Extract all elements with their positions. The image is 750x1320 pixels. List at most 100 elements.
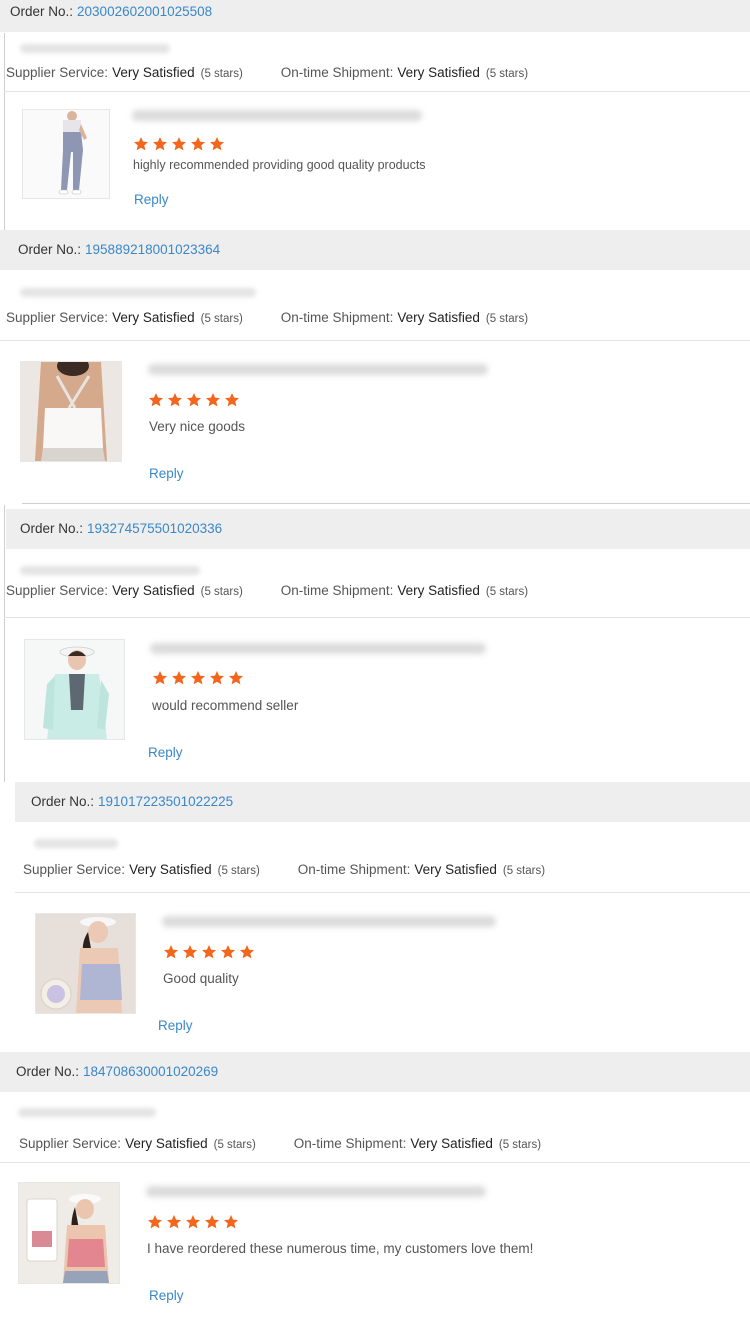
- divider: [0, 1162, 750, 1163]
- order-label: Order No.:: [31, 794, 95, 809]
- supplier-service-label: Supplier Service:: [23, 862, 126, 877]
- buyer-name: [20, 566, 200, 575]
- supplier-service-stars: (5 stars): [200, 586, 243, 598]
- star-rating: [148, 392, 240, 408]
- service-ratings: Supplier Service: Very Satisfied (5 stars)…: [19, 1136, 541, 1151]
- review-comment: Good quality: [163, 971, 239, 986]
- star-icon: [167, 392, 183, 408]
- reply-link[interactable]: Reply: [149, 1288, 184, 1303]
- star-icon: [182, 944, 198, 960]
- reply-link[interactable]: Reply: [149, 466, 184, 481]
- service-ratings: Supplier Service: Very Satisfied (5 stars)…: [6, 310, 528, 325]
- service-ratings: Supplier Service: Very Satisfied (5 stars)…: [23, 862, 545, 877]
- ontime-shipment-stars: (5 stars): [485, 313, 529, 325]
- star-icon: [190, 136, 206, 152]
- star-icon: [205, 392, 221, 408]
- star-icon: [171, 136, 187, 152]
- buyer-name: [20, 288, 256, 297]
- ontime-shipment-label: On-time Shipment:: [280, 583, 394, 598]
- supplier-service-value: Very Satisfied: [125, 1136, 208, 1151]
- star-icon: [209, 670, 225, 686]
- star-icon: [228, 670, 244, 686]
- star-icon: [223, 1214, 239, 1230]
- ontime-shipment-value: Very Satisfied: [397, 65, 480, 80]
- star-icon: [171, 670, 187, 686]
- product-image[interactable]: [22, 109, 110, 199]
- white-sports-bra-photo: [21, 362, 121, 461]
- star-icon: [148, 392, 164, 408]
- product-image[interactable]: [20, 361, 122, 462]
- review-card: Order No.: 193274575501020336 Supplier Se…: [0, 509, 750, 781]
- star-icon: [152, 136, 168, 152]
- star-icon: [133, 136, 149, 152]
- product-image[interactable]: [35, 913, 136, 1014]
- star-icon: [147, 1214, 163, 1230]
- lavender-bra-photo: [36, 914, 135, 1013]
- star-icon: [185, 1214, 201, 1230]
- ontime-shipment-value: Very Satisfied: [414, 862, 497, 877]
- order-bar: Order No.: 184708630001020269: [0, 1052, 750, 1092]
- reply-link[interactable]: Reply: [148, 745, 183, 760]
- order-number[interactable]: 191017223501022225: [98, 794, 233, 809]
- order-bar: Order No.: 193274575501020336: [6, 509, 750, 549]
- review-card: Order No.: 203002602001025508 Supplier Se…: [0, 0, 750, 232]
- service-ratings: Supplier Service: Very Satisfied (5 stars)…: [6, 65, 528, 80]
- order-label: Order No.:: [10, 4, 74, 19]
- ontime-shipment-value: Very Satisfied: [410, 1136, 493, 1151]
- divider: [4, 91, 750, 92]
- product-image[interactable]: [24, 639, 125, 740]
- star-icon: [204, 1214, 220, 1230]
- star-icon: [186, 392, 202, 408]
- supplier-service-stars: (5 stars): [213, 1139, 256, 1151]
- review-comment: I have reordered these numerous time, my…: [147, 1241, 534, 1256]
- review-comment: highly recommended providing good qualit…: [133, 158, 426, 172]
- supplier-service-value: Very Satisfied: [112, 65, 195, 80]
- divider: [4, 617, 750, 618]
- review-card: Order No.: 191017223501022225 Supplier Se…: [0, 782, 750, 1052]
- star-rating: [152, 670, 244, 686]
- buyer-name: [34, 839, 118, 848]
- star-icon: [190, 670, 206, 686]
- order-number[interactable]: 184708630001020269: [83, 1064, 218, 1079]
- ontime-shipment-label: On-time Shipment:: [280, 65, 394, 80]
- divider: [15, 892, 750, 893]
- ontime-shipment-value: Very Satisfied: [397, 583, 480, 598]
- ontime-shipment-value: Very Satisfied: [397, 310, 480, 325]
- order-label: Order No.:: [18, 242, 82, 257]
- star-icon: [166, 1214, 182, 1230]
- reply-link[interactable]: Reply: [134, 192, 169, 207]
- ontime-shipment-stars: (5 stars): [485, 68, 529, 80]
- ontime-shipment-stars: (5 stars): [485, 586, 529, 598]
- product-image[interactable]: [18, 1182, 120, 1284]
- buyer-name: [18, 1108, 156, 1117]
- leggings-photo: [58, 111, 87, 195]
- ontime-shipment-stars: (5 stars): [498, 1139, 542, 1151]
- ontime-shipment-label: On-time Shipment:: [280, 310, 394, 325]
- supplier-service-value: Very Satisfied: [129, 862, 212, 877]
- order-number[interactable]: 193274575501020336: [87, 521, 222, 536]
- supplier-service-label: Supplier Service:: [19, 1136, 122, 1151]
- star-icon: [239, 944, 255, 960]
- pink-sports-bra-photo: [19, 1183, 119, 1283]
- supplier-service-value: Very Satisfied: [112, 310, 195, 325]
- supplier-service-label: Supplier Service:: [6, 65, 109, 80]
- order-number[interactable]: 203002602001025508: [77, 4, 212, 19]
- product-title: [150, 643, 486, 654]
- ontime-shipment-label: On-time Shipment:: [297, 862, 411, 877]
- product-title: [162, 916, 496, 927]
- divider: [0, 340, 750, 341]
- star-rating: [133, 136, 225, 152]
- supplier-service-label: Supplier Service:: [6, 310, 109, 325]
- order-number[interactable]: 195889218001023364: [85, 242, 220, 257]
- frame-line: [22, 503, 750, 504]
- mint-jacket-photo: [25, 640, 124, 739]
- star-rating: [147, 1214, 239, 1230]
- reply-link[interactable]: Reply: [158, 1018, 193, 1033]
- order-bar: Order No.: 203002602001025508: [0, 0, 750, 32]
- supplier-service-stars: (5 stars): [200, 313, 243, 325]
- star-icon: [163, 944, 179, 960]
- order-label: Order No.:: [20, 521, 84, 536]
- product-title: [132, 110, 422, 121]
- supplier-service-stars: (5 stars): [200, 68, 243, 80]
- supplier-service-stars: (5 stars): [217, 865, 260, 877]
